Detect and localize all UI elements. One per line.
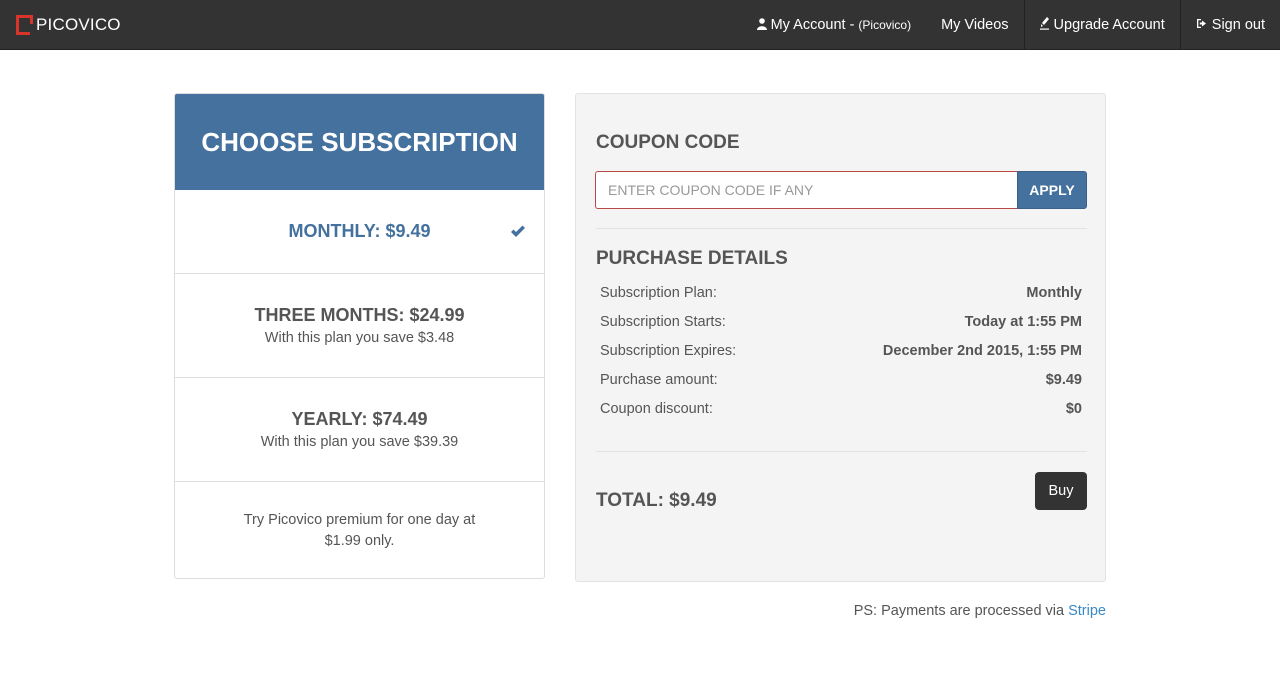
plan-three-months[interactable]: THREE MONTHS: $24.99 With this plan you … (175, 273, 544, 377)
coupon-code-input[interactable] (595, 171, 1017, 209)
detail-label: Subscription Expires: (600, 343, 737, 359)
plan-one-day-trial[interactable]: Try Picovico premium for one day at $1.9… (175, 481, 544, 579)
detail-value: December 2nd 2015, 1:55 PM (882, 343, 1082, 359)
plan-savings: With this plan you save $39.39 (260, 434, 459, 450)
picovico-logo-icon (16, 15, 33, 35)
brand-name: PICOVICO (36, 15, 121, 34)
top-navbar: PICOVICO My Account - (Picovico) My Vide… (0, 0, 1280, 50)
detail-value: $0 (1065, 401, 1082, 417)
plan-monthly[interactable]: MONTHLY: $9.49 (175, 190, 544, 273)
buy-button[interactable]: Buy (1035, 472, 1087, 510)
sign-out-label: Sign out (1211, 17, 1265, 33)
nav-sign-out[interactable]: Sign out (1179, 0, 1280, 50)
nav-my-account[interactable]: My Account - (Picovico) (742, 0, 927, 50)
checkout-panel: COUPON CODE APPLY PURCHASE DETAILS Subsc… (575, 93, 1106, 582)
payment-note: PS: Payments are processed via Stripe (854, 603, 1106, 619)
detail-value: Today at 1:55 PM (964, 314, 1082, 330)
detail-row-starts: Subscription Starts: Today at 1:55 PM (600, 314, 1082, 343)
detail-row-discount: Coupon discount: $0 (600, 401, 1082, 430)
plan-title: MONTHLY: $9.49 (288, 221, 431, 241)
brand-logo[interactable]: PICOVICO (16, 14, 121, 36)
plan-title: YEARLY: $74.49 (291, 409, 428, 429)
my-videos-label: My Videos (941, 17, 1009, 33)
divider (596, 228, 1087, 229)
nav-upgrade-account[interactable]: Upgrade Account (1023, 0, 1180, 50)
purchase-details-list: Subscription Plan: Monthly Subscription … (600, 285, 1082, 430)
payment-note-text: PS: Payments are processed via (853, 603, 1065, 619)
trial-text: Try Picovico premium for one day at $1.9… (243, 511, 476, 549)
detail-row-expires: Subscription Expires: December 2nd 2015,… (600, 343, 1082, 372)
plans-header: CHOOSE SUBSCRIPTION (175, 94, 544, 190)
my-account-user: (Picovico) (858, 18, 912, 32)
sign-out-icon (1196, 18, 1208, 32)
detail-value: $9.49 (1045, 372, 1082, 388)
detail-value: Monthly (1026, 285, 1082, 301)
detail-label: Subscription Starts: (600, 314, 726, 330)
coupon-code-title: COUPON CODE (596, 132, 740, 153)
checkmark-icon (510, 222, 526, 243)
apply-coupon-button[interactable]: APPLY (1017, 171, 1087, 209)
upgrade-account-label: Upgrade Account (1053, 17, 1165, 33)
subscription-plans-panel: CHOOSE SUBSCRIPTION MONTHLY: $9.49 THREE… (174, 93, 545, 579)
plan-title: THREE MONTHS: $24.99 (254, 305, 465, 325)
my-account-label: My Account - (770, 17, 855, 33)
detail-row-plan: Subscription Plan: Monthly (600, 285, 1082, 314)
stripe-link[interactable]: Stripe (1068, 603, 1106, 619)
divider (596, 451, 1087, 452)
plan-savings: With this plan you save $3.48 (264, 330, 455, 346)
nav-menu: My Account - (Picovico) My Videos Upgrad… (742, 0, 1280, 50)
coupon-form: APPLY (595, 171, 1087, 209)
nav-my-videos[interactable]: My Videos (926, 0, 1023, 50)
detail-row-amount: Purchase amount: $9.49 (600, 372, 1082, 401)
rocket-icon (1039, 17, 1050, 33)
total-amount: TOTAL: $9.49 (596, 490, 717, 511)
detail-label: Purchase amount: (600, 372, 718, 388)
detail-label: Coupon discount: (600, 401, 713, 417)
user-icon (756, 17, 767, 33)
plan-yearly[interactable]: YEARLY: $74.49 With this plan you save $… (175, 377, 544, 481)
purchase-details-title: PURCHASE DETAILS (596, 248, 788, 269)
detail-label: Subscription Plan: (600, 285, 717, 301)
